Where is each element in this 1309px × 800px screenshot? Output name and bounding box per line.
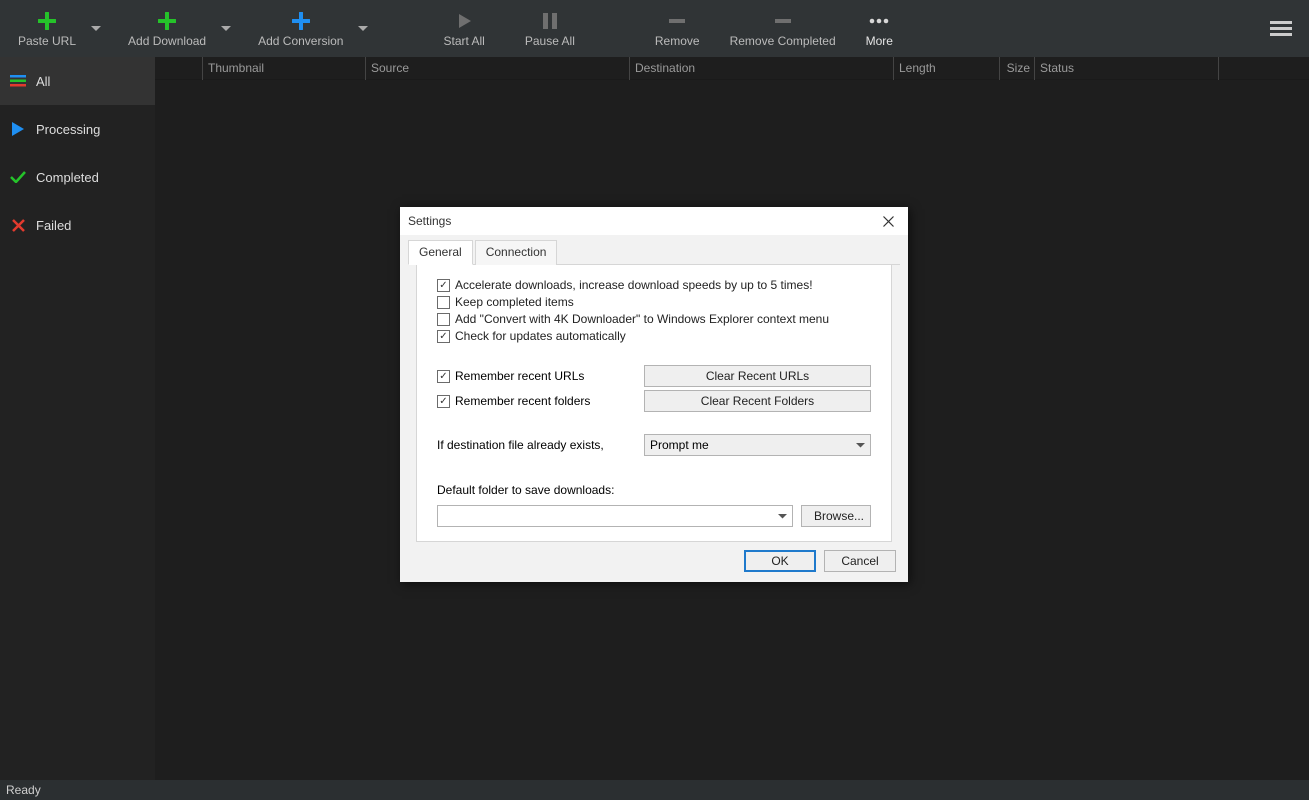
- dialog-titlebar[interactable]: Settings: [400, 207, 908, 235]
- option-remember-folders[interactable]: ✓ Remember recent folders: [437, 394, 644, 408]
- default-folder-label: Default folder to save downloads:: [437, 483, 871, 497]
- option-context-menu[interactable]: Add "Convert with 4K Downloader" to Wind…: [437, 312, 871, 326]
- option-label: Keep completed items: [455, 295, 574, 309]
- browse-button[interactable]: Browse...: [801, 505, 871, 527]
- default-folder-combo[interactable]: [437, 505, 793, 527]
- dialog-title: Settings: [408, 214, 451, 228]
- checkbox-icon: ✓: [437, 279, 450, 292]
- cancel-button[interactable]: Cancel: [824, 550, 896, 572]
- clear-recent-folders-button[interactable]: Clear Recent Folders: [644, 390, 871, 412]
- checkbox-icon: ✓: [437, 330, 450, 343]
- checkbox-icon: ✓: [437, 395, 450, 408]
- chevron-down-icon: [774, 507, 790, 525]
- close-button[interactable]: [878, 211, 898, 231]
- tab-connection[interactable]: Connection: [475, 240, 558, 265]
- option-label: Check for updates automatically: [455, 329, 626, 343]
- clear-recent-urls-button[interactable]: Clear Recent URLs: [644, 365, 871, 387]
- settings-dialog: Settings General Connection ✓ Accelerate…: [400, 207, 908, 582]
- option-remember-urls[interactable]: ✓ Remember recent URLs: [437, 369, 644, 383]
- option-label: Remember recent folders: [455, 394, 590, 408]
- dialog-footer: OK Cancel: [400, 542, 908, 582]
- if-exists-select[interactable]: Prompt me: [644, 434, 871, 456]
- option-label: Remember recent URLs: [455, 369, 584, 383]
- chevron-down-icon: [856, 443, 865, 448]
- dialog-tabstrip: General Connection ✓ Accelerate download…: [400, 235, 908, 542]
- option-label: Add "Convert with 4K Downloader" to Wind…: [455, 312, 829, 326]
- if-exists-label: If destination file already exists,: [437, 438, 604, 452]
- option-accelerate[interactable]: ✓ Accelerate downloads, increase downloa…: [437, 278, 871, 292]
- if-exists-value: Prompt me: [650, 438, 709, 452]
- option-label: Accelerate downloads, increase download …: [455, 278, 813, 292]
- option-check-updates[interactable]: ✓ Check for updates automatically: [437, 329, 871, 343]
- checkbox-icon: [437, 296, 450, 309]
- tab-general[interactable]: General: [408, 240, 473, 265]
- checkbox-icon: [437, 313, 450, 326]
- checkbox-icon: ✓: [437, 370, 450, 383]
- dialog-body: ✓ Accelerate downloads, increase downloa…: [416, 265, 892, 542]
- close-icon: [883, 216, 894, 227]
- ok-button[interactable]: OK: [744, 550, 816, 572]
- option-keep-completed[interactable]: Keep completed items: [437, 295, 871, 309]
- dialog-backdrop: Settings General Connection ✓ Accelerate…: [0, 0, 1309, 800]
